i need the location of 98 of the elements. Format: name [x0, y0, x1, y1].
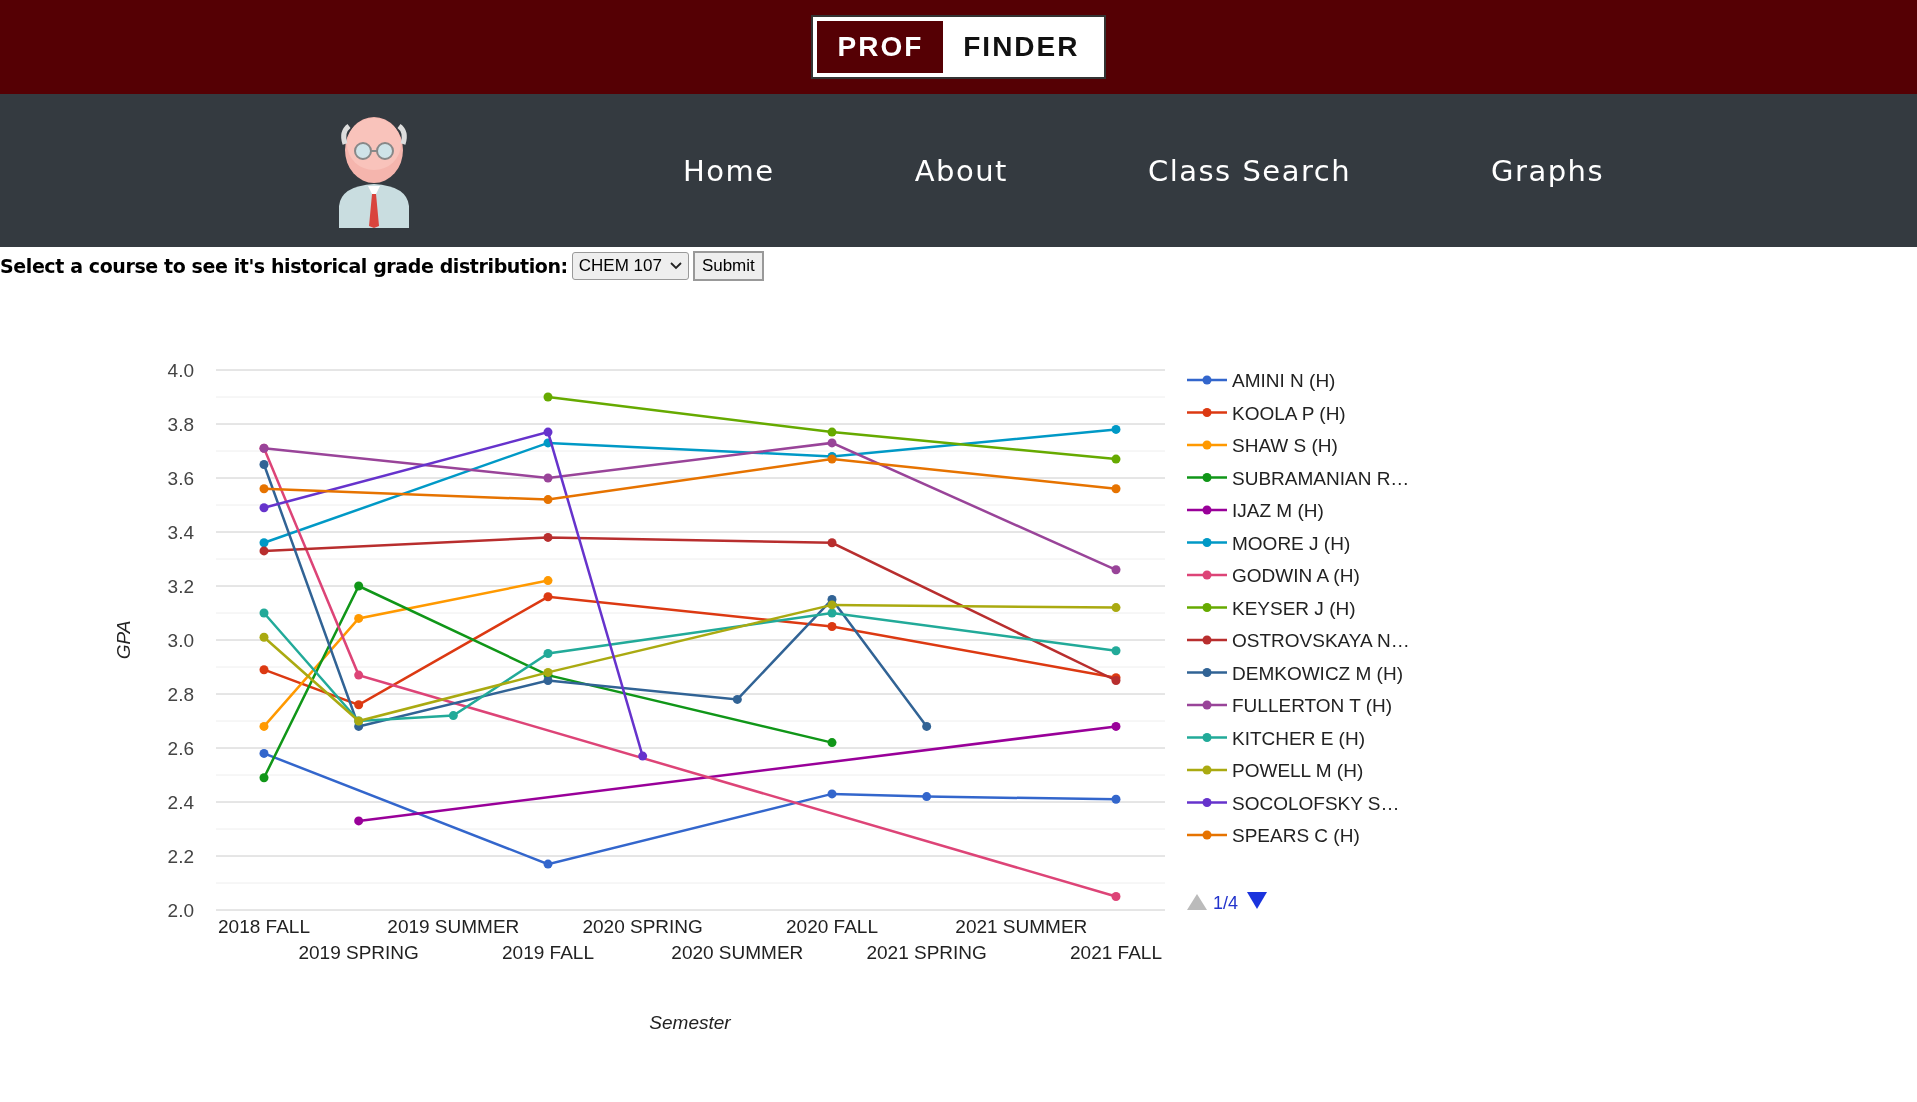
legend-label: OSTROVSKAYA N…	[1232, 630, 1410, 651]
legend-label: SPEARS C (H)	[1232, 825, 1360, 846]
axis-tick-label: 2019 SUMMER	[387, 916, 520, 937]
data-point	[922, 721, 932, 731]
data-point	[543, 392, 553, 402]
data-point	[827, 438, 837, 448]
axis-tick-label: 2.8	[167, 684, 194, 705]
axis-tick-label: 2020 SPRING	[582, 916, 703, 937]
legend-label: SHAW S (H)	[1232, 435, 1338, 456]
data-point	[448, 711, 458, 721]
data-point	[354, 613, 364, 623]
axis-title: GPA	[113, 620, 134, 660]
legend-page-indicator: 1/4	[1213, 893, 1239, 913]
axis-tick-label: 2020 FALL	[786, 916, 878, 937]
data-point	[543, 438, 553, 448]
axis-tick-label: 4.0	[167, 360, 194, 381]
page-down-icon[interactable]	[1247, 892, 1267, 909]
axis-tick-label: 3.4	[167, 522, 194, 543]
axis-tick-label: 2018 FALL	[218, 916, 310, 937]
data-point	[543, 473, 553, 483]
legend-label: IJAZ M (H)	[1232, 500, 1324, 521]
axis-tick-label: 2019 FALL	[502, 942, 594, 963]
data-point	[1111, 794, 1121, 804]
legend-label: KEYSER J (H)	[1232, 597, 1356, 619]
course-select[interactable]: CHEM 107	[571, 252, 689, 280]
chevron-down-icon	[669, 262, 682, 270]
data-point	[1111, 721, 1121, 731]
axis-tick-label: 2.4	[167, 792, 194, 813]
axis-tick-label: 2021 FALL	[1070, 942, 1162, 963]
axis-tick-label: 2.2	[167, 846, 194, 867]
data-point	[1111, 603, 1121, 613]
data-point	[827, 600, 837, 610]
data-point	[827, 789, 837, 799]
axis-tick-label: 2021 SUMMER	[955, 916, 1088, 937]
legend-label: DEMKOWICZ M (H)	[1232, 662, 1403, 684]
data-point	[827, 538, 837, 548]
data-point	[259, 773, 269, 783]
data-point	[259, 546, 269, 556]
data-point	[354, 670, 364, 680]
data-point	[543, 859, 553, 869]
data-point	[259, 538, 269, 548]
legend-label: POWELL M (H)	[1232, 760, 1364, 781]
nav-link[interactable]: Class Search	[1147, 153, 1352, 188]
data-point	[543, 649, 553, 658]
axis-tick-label: 3.6	[167, 468, 194, 489]
data-point	[827, 622, 837, 631]
axis-title: Semester	[649, 1012, 731, 1033]
axis-tick-label: 2.6	[167, 738, 194, 759]
legend-label: SUBRAMANIAN R…	[1232, 467, 1410, 489]
data-point	[543, 592, 553, 602]
data-point	[259, 484, 269, 494]
data-point	[259, 503, 269, 513]
nav-link[interactable]: About	[914, 153, 1008, 188]
data-point	[543, 676, 553, 685]
nav-link[interactable]: Home	[683, 153, 775, 188]
legend-label: FULLERTON T (H)	[1232, 695, 1393, 716]
submit-button[interactable]: Submit	[692, 251, 764, 281]
axis-tick-label: 2.0	[167, 900, 194, 921]
data-point	[259, 748, 269, 758]
nav-link[interactable]: Graphs	[1491, 153, 1605, 188]
data-point	[543, 532, 553, 542]
data-point	[354, 700, 364, 710]
data-point	[1111, 454, 1121, 464]
course-select-label: Select a course to see it's historical grade distribution:	[0, 255, 568, 277]
axis-tick-label: 3.2	[167, 576, 194, 597]
data-point	[638, 751, 648, 761]
data-point	[1111, 424, 1121, 434]
data-point	[827, 427, 837, 437]
data-point	[354, 816, 364, 826]
legend-label: KOOLA P (H)	[1232, 402, 1346, 424]
legend-label: GODWIN A (H)	[1232, 565, 1360, 586]
data-point	[543, 495, 553, 505]
legend-label: MOORE J (H)	[1232, 532, 1351, 554]
legend-label: SOCOLOFSKY S…	[1232, 792, 1400, 814]
data-point	[1111, 646, 1121, 656]
prof-finder-logo[interactable]: PROF FINDER	[811, 15, 1106, 79]
axis-tick-label: 2020 SUMMER	[671, 942, 804, 963]
data-point	[354, 581, 364, 591]
data-point	[259, 608, 269, 618]
axis-tick-label: 3.0	[167, 630, 194, 651]
data-point	[1111, 484, 1121, 494]
axis-tick-label: 3.8	[167, 414, 194, 435]
data-point	[543, 576, 553, 586]
legend-label: AMINI N (H)	[1232, 370, 1336, 391]
data-point	[732, 694, 742, 704]
data-point	[1111, 892, 1121, 901]
data-point	[922, 792, 932, 802]
data-point	[543, 427, 553, 437]
data-point	[827, 608, 837, 618]
data-point	[1111, 565, 1121, 575]
legend-label: KITCHER E (H)	[1232, 727, 1365, 749]
data-point	[259, 632, 269, 642]
data-point	[259, 721, 269, 731]
axis-tick-label: 2021 SPRING	[866, 942, 987, 963]
axis-tick-label: 2019 SPRING	[298, 942, 419, 963]
data-point	[259, 460, 269, 469]
data-point	[259, 665, 269, 675]
data-point	[827, 738, 837, 748]
